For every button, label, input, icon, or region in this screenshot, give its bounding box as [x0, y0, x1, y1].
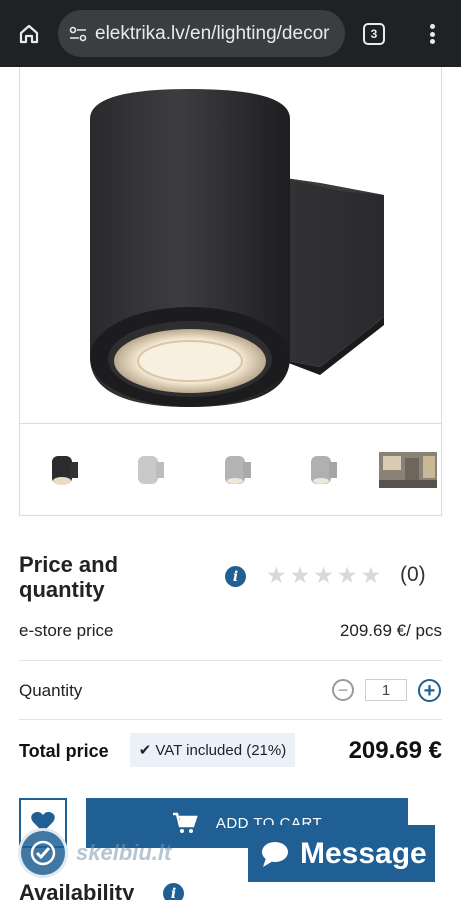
quantity-input[interactable]	[365, 679, 407, 701]
divider	[19, 660, 442, 661]
address-bar[interactable]: elektrika.lv/en/lighting/decor	[58, 10, 345, 57]
thumbnail-2[interactable]	[120, 424, 180, 515]
watermark-text: skelbiu.lt	[76, 840, 172, 865]
checkmark-icon: ✔	[138, 742, 152, 759]
thumbnail-5[interactable]	[378, 424, 438, 515]
tab-switcher-button[interactable]: 3	[363, 23, 385, 45]
rating-count[interactable]: (0)	[400, 563, 426, 587]
watermark-logo-icon	[18, 828, 68, 878]
cart-icon	[172, 812, 198, 833]
site-settings-icon[interactable]	[67, 23, 89, 45]
estore-price-label: e-store price	[19, 621, 114, 640]
quantity-decrease-button[interactable]: −	[332, 679, 354, 701]
star-icon: ★	[289, 562, 311, 588]
divider	[19, 719, 442, 720]
price-info-icon[interactable]: i	[225, 566, 246, 587]
message-button[interactable]: Message	[248, 825, 435, 882]
vat-badge: ✔ VAT included (21%)	[130, 733, 295, 767]
rating-stars[interactable]: ★ ★ ★ ★ ★	[266, 563, 381, 587]
estore-price-value: 209.69 €/ pcs	[339, 621, 442, 640]
thumbnail-3[interactable]	[207, 424, 267, 515]
more-menu-icon[interactable]	[422, 20, 442, 48]
availability-title: Availability	[19, 880, 135, 900]
availability-info-icon[interactable]: i	[163, 883, 184, 900]
watermark: skelbiu.lt	[18, 828, 171, 878]
quantity-label: Quantity	[19, 681, 83, 700]
browser-toolbar: elektrika.lv/en/lighting/decor 3	[0, 0, 461, 67]
product-main-image[interactable]	[20, 67, 441, 424]
total-price-value: 209.69 €	[348, 737, 442, 764]
thumbnail-strip	[20, 424, 441, 515]
thumbnail-1[interactable]	[34, 424, 94, 515]
product-gallery	[19, 67, 442, 516]
total-price-label: Total price	[19, 741, 109, 761]
price-section-title: Price and quantity	[19, 552, 119, 602]
star-icon: ★	[336, 562, 358, 588]
star-icon: ★	[266, 562, 287, 588]
url-text[interactable]: elektrika.lv/en/lighting/decor	[95, 23, 335, 45]
home-icon[interactable]	[14, 20, 44, 48]
quantity-increase-button[interactable]: +	[418, 679, 441, 702]
vat-text: VAT included (21%)	[155, 741, 287, 759]
thumbnail-4[interactable]	[293, 424, 353, 515]
chat-bubble-icon	[262, 841, 288, 867]
star-icon: ★	[313, 562, 334, 588]
star-icon: ★	[360, 562, 382, 588]
message-label: Message	[300, 836, 427, 870]
